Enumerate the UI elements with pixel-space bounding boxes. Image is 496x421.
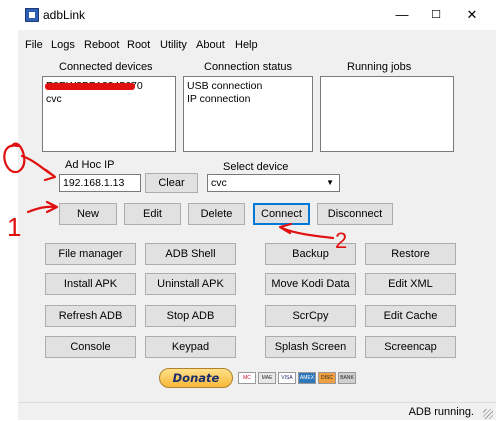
device-select-value: cvc bbox=[211, 177, 227, 189]
redaction-mark bbox=[45, 83, 135, 90]
adblink-app-icon bbox=[25, 8, 39, 22]
select-device-label: Select device bbox=[223, 161, 289, 173]
connection-status-box: USB connection IP connection bbox=[183, 76, 313, 152]
uninstall-apk-button[interactable]: Uninstall APK bbox=[145, 273, 236, 295]
minimize-button[interactable]: — bbox=[388, 4, 416, 26]
running-jobs-list[interactable] bbox=[320, 76, 454, 152]
maestro-icon: MAE bbox=[258, 372, 276, 384]
delete-device-button[interactable]: Delete bbox=[188, 203, 245, 225]
device-select[interactable]: cvc ▼ bbox=[207, 174, 340, 192]
bank-icon: BANK bbox=[338, 372, 356, 384]
status-line: IP connection bbox=[187, 93, 251, 105]
running-jobs-label: Running jobs bbox=[347, 61, 412, 73]
app-window: adbLink — ☐ ✕ File Logs Reboot Root Util… bbox=[18, 0, 496, 420]
menu-file[interactable]: File bbox=[25, 39, 43, 51]
connect-button[interactable]: Connect bbox=[253, 203, 310, 225]
maximize-button[interactable]: ☐ bbox=[422, 4, 450, 26]
edit-xml-button[interactable]: Edit XML bbox=[365, 273, 456, 295]
menu-reboot[interactable]: Reboot bbox=[84, 39, 119, 51]
close-button[interactable]: ✕ bbox=[458, 4, 486, 26]
restore-button[interactable]: Restore bbox=[365, 243, 456, 265]
chevron-down-icon: ▼ bbox=[326, 178, 334, 187]
connected-devices-label: Connected devices bbox=[59, 61, 153, 73]
screencap-button[interactable]: Screencap bbox=[365, 336, 456, 358]
adhoc-ip-input[interactable]: 192.168.1.13 bbox=[59, 174, 141, 192]
stop-adb-button[interactable]: Stop ADB bbox=[145, 305, 236, 327]
connected-devices-list[interactable]: E8RW3BP12345670 cvc bbox=[42, 76, 176, 152]
backup-button[interactable]: Backup bbox=[265, 243, 356, 265]
title-bar: adbLink — ☐ ✕ bbox=[18, 0, 496, 30]
discover-icon: DISC bbox=[318, 372, 336, 384]
edit-device-button[interactable]: Edit bbox=[124, 203, 181, 225]
move-kodi-data-button[interactable]: Move Kodi Data bbox=[265, 273, 356, 295]
new-device-button[interactable]: New bbox=[59, 203, 117, 225]
clear-button[interactable]: Clear bbox=[145, 173, 198, 193]
menu-about[interactable]: About bbox=[196, 39, 225, 51]
console-button[interactable]: Console bbox=[45, 336, 136, 358]
file-manager-button[interactable]: File manager bbox=[45, 243, 136, 265]
refresh-adb-button[interactable]: Refresh ADB bbox=[45, 305, 136, 327]
connection-status-label: Connection status bbox=[204, 61, 293, 73]
status-text: ADB running. bbox=[408, 406, 474, 418]
visa-icon: VISA bbox=[278, 372, 296, 384]
status-line: USB connection bbox=[187, 80, 263, 92]
menu-root[interactable]: Root bbox=[127, 39, 150, 51]
donate-button[interactable]: Donate bbox=[159, 368, 233, 388]
menu-logs[interactable]: Logs bbox=[51, 39, 75, 51]
status-bar: ADB running. bbox=[18, 402, 496, 421]
disconnect-button[interactable]: Disconnect bbox=[317, 203, 393, 225]
keypad-button[interactable]: Keypad bbox=[145, 336, 236, 358]
adhoc-ip-label: Ad Hoc IP bbox=[65, 159, 115, 171]
menu-utility[interactable]: Utility bbox=[160, 39, 187, 51]
mastercard-icon: MC bbox=[238, 372, 256, 384]
edit-cache-button[interactable]: Edit Cache bbox=[365, 305, 456, 327]
menu-bar: File Logs Reboot Root Utility About Help bbox=[18, 38, 496, 54]
adb-shell-button[interactable]: ADB Shell bbox=[145, 243, 236, 265]
device-row[interactable]: cvc bbox=[43, 93, 175, 106]
install-apk-button[interactable]: Install APK bbox=[45, 273, 136, 295]
splash-screen-button[interactable]: Splash Screen bbox=[265, 336, 356, 358]
scrcpy-button[interactable]: ScrCpy bbox=[265, 305, 356, 327]
window-title: adbLink bbox=[43, 8, 86, 22]
resize-grip-icon[interactable] bbox=[483, 409, 493, 419]
device-row[interactable]: E8RW3BP12345670 bbox=[43, 80, 175, 93]
menu-help[interactable]: Help bbox=[235, 39, 258, 51]
amex-icon: AMEX bbox=[298, 372, 316, 384]
